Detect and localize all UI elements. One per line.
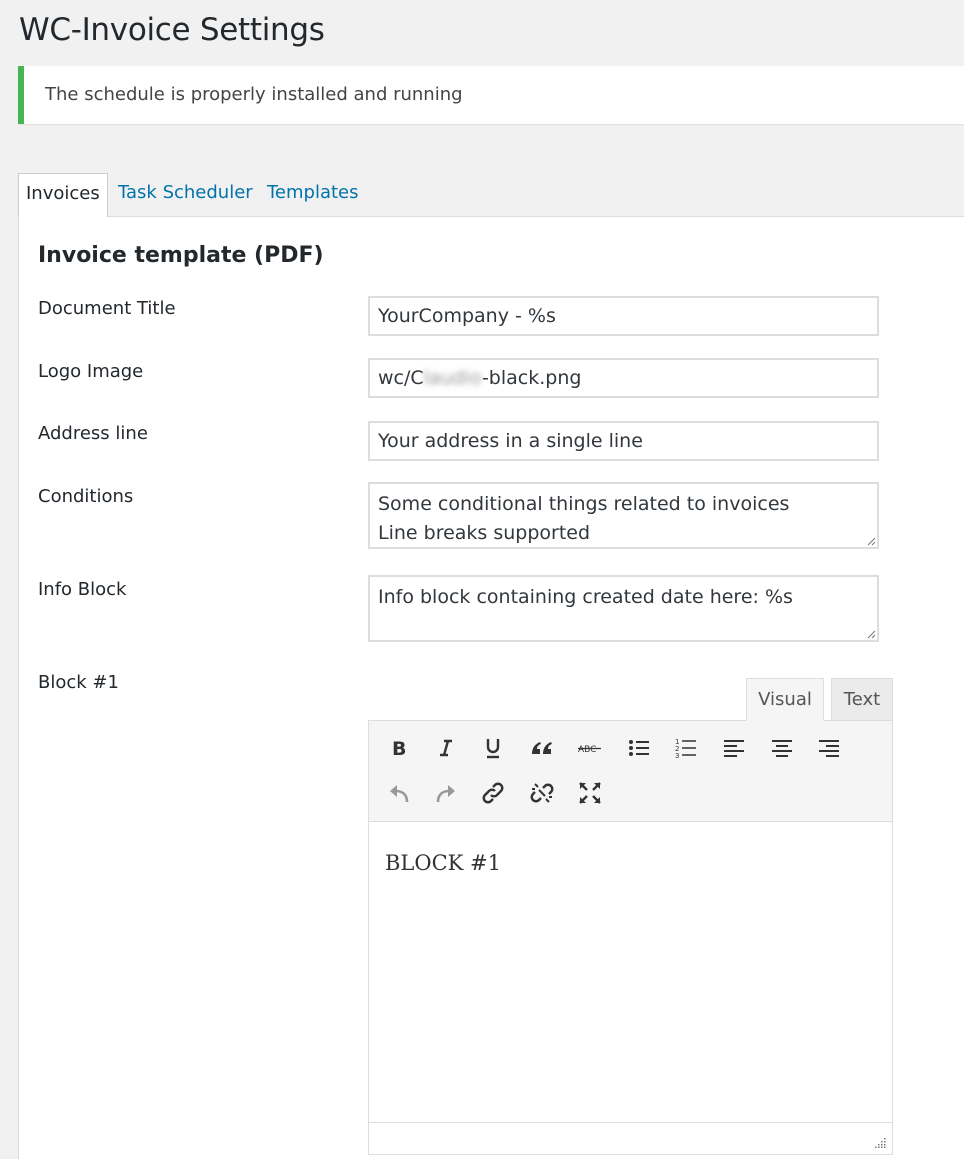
italic-icon[interactable] <box>430 732 462 764</box>
info-block-textarea[interactable]: Info block containing created date here:… <box>368 575 879 642</box>
tab-templates[interactable]: Templates <box>267 173 359 216</box>
document-title-label: Document Title <box>38 298 176 319</box>
logo-image-redacted: laudio <box>423 367 482 389</box>
info-block-resize-icon[interactable] <box>866 629 876 639</box>
editor-toolbar: B ABC 123 <box>369 721 892 822</box>
blockquote-icon[interactable] <box>526 732 558 764</box>
editor-tab-text[interactable]: Text <box>831 678 893 721</box>
page-title: WC-Invoice Settings <box>19 12 325 48</box>
redo-icon[interactable] <box>430 777 462 809</box>
editor-status-bar <box>369 1122 892 1154</box>
section-title: Invoice template (PDF) <box>38 243 324 268</box>
address-line-label: Address line <box>38 423 148 444</box>
strikethrough-icon[interactable]: ABC <box>574 732 606 764</box>
resize-handle-icon[interactable] <box>874 1136 886 1148</box>
info-block-label: Info Block <box>38 579 127 600</box>
address-line-input[interactable] <box>368 421 879 461</box>
tab-task-scheduler[interactable]: Task Scheduler <box>118 173 253 216</box>
success-notice: The schedule is properly installed and r… <box>18 66 964 124</box>
align-right-icon[interactable] <box>813 732 845 764</box>
logo-image-input[interactable]: wc/Claudio-black.png <box>368 358 879 398</box>
bullet-list-icon[interactable] <box>623 732 655 764</box>
align-left-icon[interactable] <box>718 732 750 764</box>
underline-icon[interactable] <box>477 732 509 764</box>
bold-icon[interactable]: B <box>383 732 415 764</box>
unlink-icon[interactable] <box>526 777 558 809</box>
svg-text:ABC: ABC <box>578 745 596 755</box>
undo-icon[interactable] <box>383 777 415 809</box>
logo-image-value-prefix: wc/C <box>378 367 424 389</box>
editor-tab-visual[interactable]: Visual <box>746 678 824 721</box>
conditions-label: Conditions <box>38 486 134 507</box>
block1-editor: B ABC 123 BLOCK #1 <box>368 720 893 1155</box>
svg-text:3: 3 <box>675 752 679 759</box>
logo-image-label: Logo Image <box>38 361 144 382</box>
align-center-icon[interactable] <box>766 732 798 764</box>
conditions-resize-icon[interactable] <box>866 536 876 546</box>
tab-divider <box>18 216 964 217</box>
block1-label: Block #1 <box>38 672 119 693</box>
conditions-textarea[interactable]: Some conditional things related to invoi… <box>368 482 879 549</box>
svg-text:B: B <box>392 738 406 758</box>
link-icon[interactable] <box>477 777 509 809</box>
document-title-input[interactable] <box>368 296 879 336</box>
tab-bar: Invoices Task Scheduler Templates <box>18 173 964 217</box>
editor-content[interactable]: BLOCK #1 <box>385 851 501 875</box>
logo-image-value-suffix: -black.png <box>481 367 582 389</box>
tab-invoices[interactable]: Invoices <box>18 173 108 217</box>
numbered-list-icon[interactable]: 123 <box>670 732 702 764</box>
notice-text: The schedule is properly installed and r… <box>45 84 463 105</box>
fullscreen-icon[interactable] <box>574 777 606 809</box>
